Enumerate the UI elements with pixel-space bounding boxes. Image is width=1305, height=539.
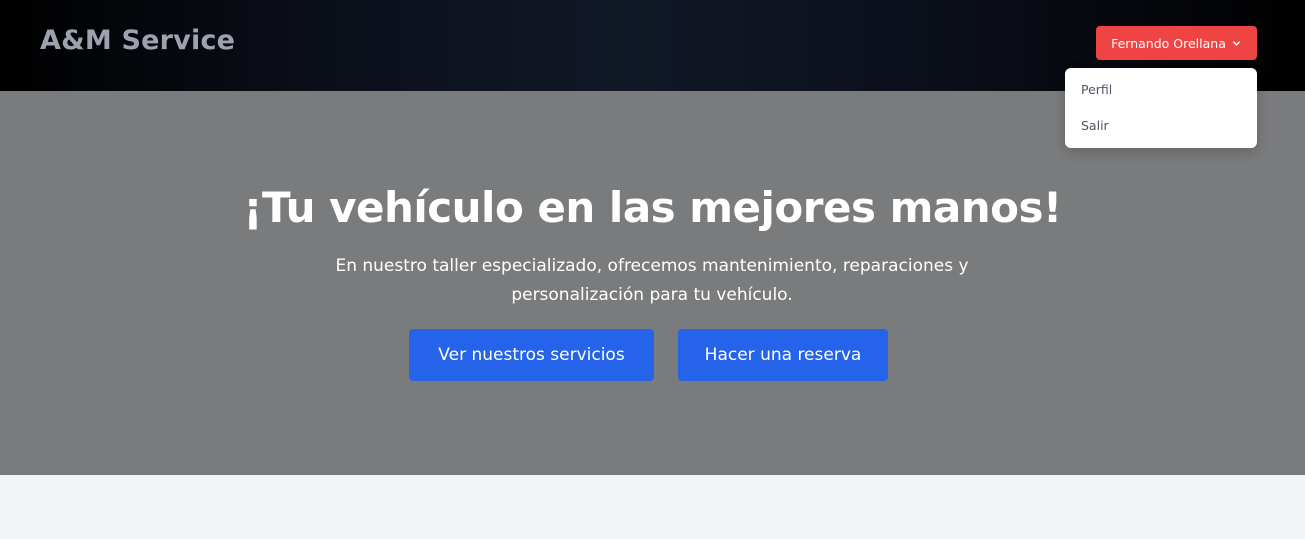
hero-subtitle-line-1: En nuestro taller especializado, ofrecem… bbox=[335, 256, 969, 276]
view-services-button[interactable]: Ver nuestros servicios bbox=[409, 329, 654, 381]
menu-item-logout[interactable]: Salir bbox=[1065, 107, 1257, 143]
hero-section: ¡Tu vehículo en las mejores manos! En nu… bbox=[0, 91, 1305, 475]
user-dropdown-menu: Perfil Salir bbox=[1065, 68, 1257, 148]
make-reservation-button[interactable]: Hacer una reserva bbox=[678, 329, 888, 381]
hero-subtitle: En nuestro taller especializado, ofrecem… bbox=[302, 252, 1002, 310]
hero-title: ¡Tu vehículo en las mejores manos! bbox=[243, 183, 1062, 232]
menu-item-profile[interactable]: Perfil bbox=[1065, 71, 1257, 107]
hero-subtitle-line-2: personalización para tu vehículo. bbox=[511, 285, 793, 305]
page-content-area bbox=[0, 475, 1305, 539]
user-name-label: Fernando Orellana bbox=[1111, 35, 1226, 51]
chevron-down-icon bbox=[1232, 38, 1242, 48]
brand-logo[interactable]: A&M Service bbox=[40, 25, 235, 56]
user-menu-button[interactable]: Fernando Orellana bbox=[1096, 26, 1257, 60]
